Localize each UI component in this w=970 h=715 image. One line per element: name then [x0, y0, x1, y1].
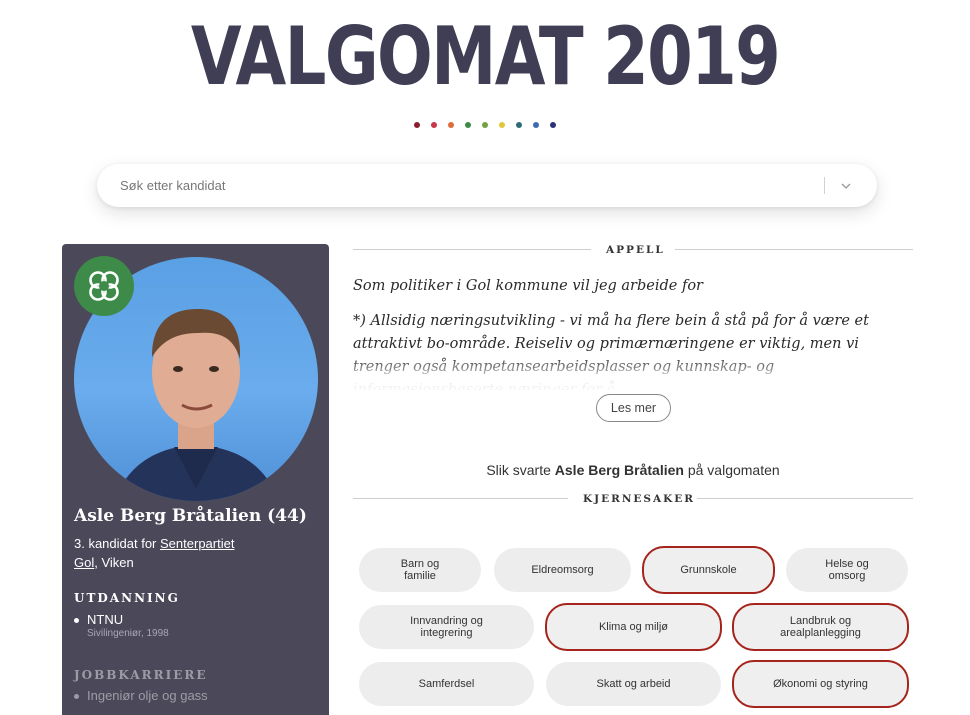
bullet-icon [74, 694, 79, 700]
rank-text: 3. kandidat for [74, 536, 157, 551]
bullet-icon [74, 618, 79, 624]
candidate-search[interactable] [97, 164, 877, 207]
chevron-down-icon[interactable] [833, 180, 859, 192]
dot [499, 122, 505, 128]
dot [448, 122, 454, 128]
answered-prefix: Slik svarte [486, 462, 551, 478]
candidate-location: Gol, Viken [74, 555, 134, 570]
topic-label: Helse og omsorg [825, 558, 869, 582]
county-text: , Viken [94, 555, 134, 570]
answered-suffix: på valgomaten [687, 462, 780, 478]
topic-skatt-og-arbeid[interactable]: Skatt og arbeid [546, 662, 721, 706]
read-more-button[interactable]: Les mer [596, 394, 671, 422]
topic-label: Skatt og arbeid [596, 678, 671, 690]
topic-eldreomsorg[interactable]: Eldreomsorg [494, 548, 631, 592]
search-input[interactable] [120, 178, 824, 193]
topic-helse-og-omsorg[interactable]: Helse og omsorg [786, 548, 908, 592]
color-dots [0, 122, 970, 128]
candidate-rank: 3. kandidat for Senterpartiet [74, 536, 234, 551]
topic-label: Samferdsel [418, 678, 475, 690]
dot [550, 122, 556, 128]
candidate-name: Asle Berg Bråtalien (44) [74, 506, 307, 526]
topic-barn-og-familie[interactable]: Barn og familie [359, 548, 481, 592]
answered-caption: Slik svarte Asle Berg Bråtalien på valgo… [353, 462, 913, 478]
appeal-heading: APPELL [606, 244, 665, 256]
topic-grunnskole[interactable]: Grunnskole [642, 546, 775, 594]
dot [431, 122, 437, 128]
core-divider-right [697, 498, 913, 499]
page-title: VALGOMAT 2019 [190, 10, 781, 103]
career-heading: JOBBKARRIERE [74, 668, 208, 682]
answered-name: Asle Berg Bråtalien [554, 462, 684, 478]
topic-innvandring-og-integrering[interactable]: Innvandring og integrering [359, 605, 534, 649]
core-divider-left [353, 498, 568, 499]
dot [533, 122, 539, 128]
topic-klima-og-miljo[interactable]: Klima og miljø [545, 603, 722, 651]
topic-label: Innvandring og integrering [410, 615, 483, 639]
topic-okonomi-og-styring[interactable]: Økonomi og styring [732, 660, 909, 708]
topic-label: Landbruk og arealplanlegging [780, 615, 861, 639]
topic-label: Eldreomsorg [531, 564, 594, 576]
municipality-link[interactable]: Gol [74, 555, 94, 570]
dot [414, 122, 420, 128]
topic-label: Grunnskole [680, 564, 737, 576]
dot [482, 122, 488, 128]
appeal-divider-right [675, 249, 913, 250]
party-link[interactable]: Senterpartiet [160, 536, 234, 551]
appeal-intro: Som politiker i Gol kommune vil jeg arbe… [353, 278, 703, 294]
topic-label: Barn og familie [400, 558, 440, 582]
career-item: Ingeniør olje og gass [74, 688, 208, 703]
education-item: NTNU [74, 612, 123, 627]
clover-icon [74, 256, 134, 316]
appeal-divider-left [353, 249, 591, 250]
core-issues-heading: KJERNESAKER [583, 493, 696, 505]
topic-label: Klima og miljø [598, 621, 669, 633]
dot [516, 122, 522, 128]
topic-samferdsel[interactable]: Samferdsel [359, 662, 534, 706]
topic-landbruk-og-arealplanlegging[interactable]: Landbruk og arealplanlegging [732, 603, 909, 651]
education-school: NTNU [87, 612, 124, 627]
search-separator [824, 177, 825, 194]
career-text: Ingeniør olje og gass [87, 688, 208, 703]
education-heading: UTDANNING [74, 591, 180, 605]
topic-label: Økonomi og styring [773, 678, 868, 690]
dot [465, 122, 471, 128]
education-detail: Sivilingeniør, 1998 [87, 628, 169, 639]
